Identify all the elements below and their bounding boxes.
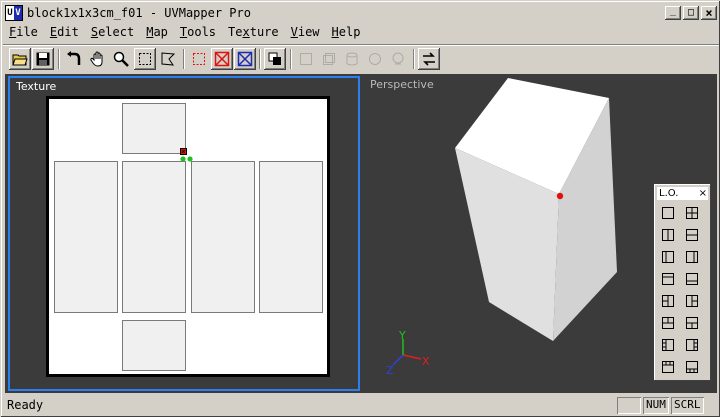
layout-side-panel-right-icon[interactable] xyxy=(682,336,702,354)
zoom-icon[interactable] xyxy=(110,48,132,70)
layout-three-bottom-icon[interactable] xyxy=(682,314,702,332)
toolbar-separator xyxy=(290,49,292,69)
uv-face-front[interactable] xyxy=(122,161,186,313)
toolbar-separator xyxy=(413,49,415,69)
layout-three-left-icon[interactable] xyxy=(658,292,678,310)
uv-face-bottom[interactable] xyxy=(122,320,186,371)
minimize-icon: _ xyxy=(669,5,677,16)
lo-palette[interactable]: L.O. × xyxy=(654,184,711,381)
title-bar[interactable]: U V block1x1x3cm_f01 - UVMapper Pro _ □ … xyxy=(3,3,719,23)
uv-app-icon[interactable]: U V xyxy=(5,5,23,21)
viewport-area: Texture Perspective X Y Z xyxy=(5,74,717,393)
menu-edit[interactable]: Edit xyxy=(44,23,85,42)
menu-select[interactable]: Select xyxy=(85,23,140,42)
box-icon xyxy=(318,48,340,70)
select-all-icon[interactable] xyxy=(234,48,256,70)
axis-y-label: Y xyxy=(398,329,406,342)
uv-face-left[interactable] xyxy=(54,161,118,313)
menu-tools[interactable]: Tools xyxy=(174,23,222,42)
layout-quad-icon[interactable] xyxy=(682,204,702,222)
menu-file[interactable]: File xyxy=(3,23,44,42)
layout-side-panel-left-icon[interactable] xyxy=(658,336,678,354)
selected-vertex-marker-green[interactable] xyxy=(180,156,186,162)
axis-x-label: X xyxy=(422,355,430,368)
head-icon xyxy=(387,48,409,70)
selected-vertex-markers[interactable] xyxy=(179,147,199,167)
menu-texture[interactable]: Texture xyxy=(222,23,285,42)
maximize-icon: □ xyxy=(687,7,695,18)
app-icon-letter-u: U xyxy=(7,8,13,18)
lo-palette-title-bar[interactable]: L.O. × xyxy=(657,187,708,200)
layout-top-narrow-icon[interactable] xyxy=(658,270,678,288)
sphere-icon xyxy=(364,48,386,70)
close-icon: × xyxy=(705,6,713,20)
menu-view[interactable]: View xyxy=(285,23,326,42)
save-icon[interactable] xyxy=(32,48,54,70)
lasso-icon[interactable] xyxy=(157,48,179,70)
axis-gizmo: X Y Z xyxy=(386,329,430,377)
texture-viewport-label: Texture xyxy=(16,80,57,93)
select-none-icon[interactable] xyxy=(211,48,233,70)
copy-icon[interactable] xyxy=(264,48,286,70)
status-bar: Ready NUM SCRL xyxy=(3,395,719,416)
toolbar-separator xyxy=(259,49,261,69)
menu-help[interactable]: Help xyxy=(326,23,367,42)
layout-right-narrow-icon[interactable] xyxy=(682,248,702,266)
status-num: NUM xyxy=(643,397,669,414)
layout-three-right-icon[interactable] xyxy=(682,292,702,310)
marquee-select-icon[interactable] xyxy=(134,48,156,70)
minimize-button[interactable]: _ xyxy=(665,6,681,20)
layout-bottom-panel-icon[interactable] xyxy=(682,358,702,376)
undo-icon[interactable] xyxy=(63,48,85,70)
layout-single-icon[interactable] xyxy=(658,204,678,222)
cube-icon xyxy=(295,48,317,70)
layout-bottom-narrow-icon[interactable] xyxy=(682,270,702,288)
layout-top-panel-icon[interactable] xyxy=(658,358,678,376)
uv-face-back[interactable] xyxy=(259,161,323,313)
status-text: Ready xyxy=(7,398,44,412)
toolbar-separator xyxy=(183,49,185,69)
close-button[interactable]: × xyxy=(701,6,717,20)
layout-three-top-icon[interactable] xyxy=(658,314,678,332)
toolbar xyxy=(3,44,719,72)
maximize-button[interactable]: □ xyxy=(683,6,699,20)
menu-map[interactable]: Map xyxy=(140,23,174,42)
layout-split-horizontal-icon[interactable] xyxy=(682,226,702,244)
selected-vertex-3d[interactable] xyxy=(556,192,564,200)
lo-close-icon[interactable]: × xyxy=(699,187,707,200)
hand-icon[interactable] xyxy=(87,48,109,70)
uv-face-top[interactable] xyxy=(122,103,186,154)
uv-face-right[interactable] xyxy=(191,161,255,313)
layout-left-narrow-icon[interactable] xyxy=(658,248,678,266)
swap-icon[interactable] xyxy=(418,48,440,70)
app-window: U V block1x1x3cm_f01 - UVMapper Pro _ □ … xyxy=(0,0,720,417)
selected-vertex-marker-green[interactable] xyxy=(187,156,193,162)
select-points-icon[interactable] xyxy=(188,48,210,70)
menu-bar: File Edit Select Map Tools Texture View … xyxy=(3,23,719,42)
window-title: block1x1x3cm_f01 - UVMapper Pro xyxy=(27,6,251,20)
status-scrl: SCRL xyxy=(671,397,704,414)
toolbar-separator xyxy=(58,49,60,69)
texture-canvas[interactable] xyxy=(46,96,330,377)
cylinder-icon xyxy=(341,48,363,70)
texture-viewport[interactable]: Texture xyxy=(8,76,360,391)
layout-split-vertical-icon[interactable] xyxy=(658,226,678,244)
app-icon-letter-v: V xyxy=(14,6,22,20)
lo-palette-title: L.O. xyxy=(659,188,679,199)
axis-z-label: Z xyxy=(386,364,394,377)
status-cell-empty xyxy=(617,397,641,414)
open-folder-icon[interactable] xyxy=(9,48,31,70)
